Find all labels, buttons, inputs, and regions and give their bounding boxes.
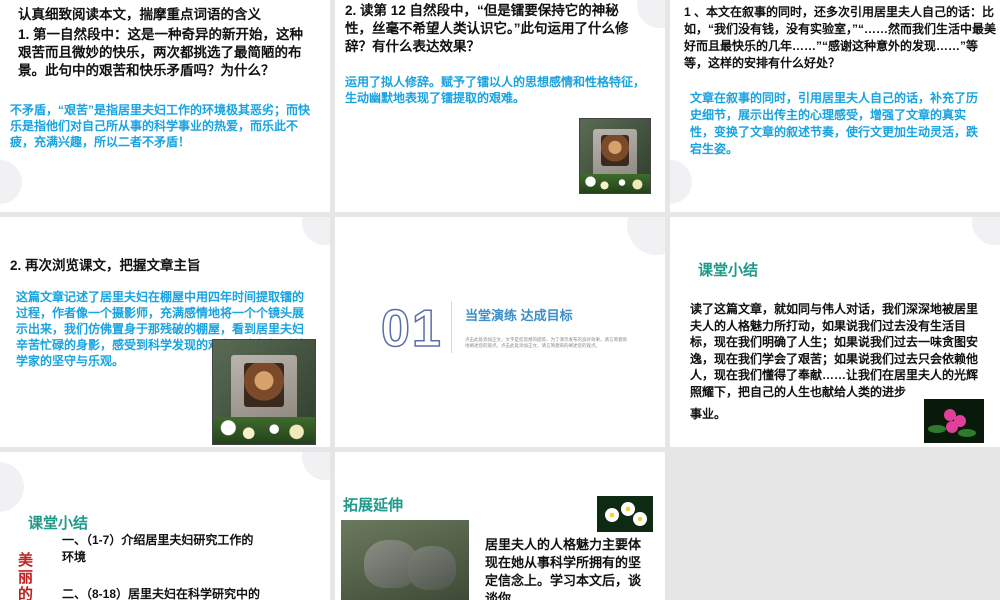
slide-3-thumbnail[interactable]: 1 、本文在叙事的同时，还多次引用居里夫人自己的话：比如，“我们没有钱，没有实验… (670, 0, 1000, 212)
slide-title: 课堂小结 (698, 262, 759, 279)
slide-question: 1 、本文在叙事的同时，还多次引用居里夫人自己的话：比如，“我们没有钱，没有实验… (684, 5, 997, 70)
slide-answer: 运用了拟人修辞。赋予了镭以人的思想感情和性格特征，生动幽默地表现了镭提取的艰难。 (345, 75, 646, 105)
portrait-shape (243, 362, 285, 407)
section-title: 当堂演练 达成目标 (465, 308, 573, 323)
slide-question: 2. 读第 12 自然段中，“但是镭要保持它的神秘性，丝毫不希望人类认识它。”此… (345, 3, 629, 54)
leaf-shape (928, 425, 946, 433)
decorative-circle (0, 462, 24, 512)
slide-answer: 文章在叙事的同时，引用居里夫人自己的话，补充了历史细节，展示出传主的心理感受，增… (690, 91, 979, 156)
slide-1-thumbnail[interactable]: 认真细致阅读本文，揣摩重点词语的含义 1. 第一自然段中：这是一种奇异的新开始，… (0, 0, 330, 212)
decorative-circle (302, 452, 330, 480)
statue-photo (341, 520, 469, 600)
flower-photo (924, 399, 984, 443)
slide-heading: 认真细致阅读本文，揣摩重点词语的含义 (18, 7, 261, 22)
placeholder-text: 点击此处添加正文，文字是您思想的提炼，为了演示发布的良好效果，请言简意赅地阐述您… (465, 337, 627, 348)
slide-body-end: 事业。 (690, 407, 727, 421)
slide-body: 居里夫人的人格魅力主要体现在她从事科学所拥有的坚定信念上。学习本文后，谈谈你 (485, 537, 642, 600)
flowers-shape (580, 173, 650, 193)
flowers-shape (213, 416, 315, 444)
slide-2-thumbnail[interactable]: 2. 读第 12 自然段中，“但是镭要保持它的神秘性，丝毫不希望人类认识它。”此… (335, 0, 665, 212)
slide-heading: 2. 再次浏览课文，把握文章主旨 (10, 258, 201, 273)
leaf-shape (958, 429, 976, 437)
slide-5-thumbnail[interactable]: 01 当堂演练 达成目标 点击此处添加正文，文字是您思想的提炼，为了演示发布的良… (335, 217, 665, 447)
slide-question: 1. 第一自然段中：这是一种奇异的新开始，这种艰苦而且微妙的快乐，两次都挑选了最… (18, 27, 304, 78)
decorative-circle (972, 217, 1000, 245)
slide-6-thumbnail[interactable]: 课堂小结 读了这篇文章，就如同与伟人对话，我们深深地被居里夫人的人格魅力所打动，… (670, 217, 1000, 447)
flower-shape (633, 512, 647, 526)
vertical-title: 美丽的 (18, 552, 34, 600)
decorative-circle (0, 160, 22, 204)
slide-title: 课堂小结 (28, 515, 89, 532)
white-flowers-photo (597, 496, 653, 532)
slide-8-thumbnail[interactable]: 拓展延伸 居里夫人的人格魅力主要体现在她从事科学所拥有的坚定信念上。学习本文后，… (335, 452, 665, 600)
decorative-circle (627, 217, 665, 255)
summary-item-2: 二、（8-18）居里夫妇在科学研究中的 (62, 587, 261, 600)
flower-shape (605, 508, 619, 522)
decorative-circle (670, 160, 692, 204)
slide-grid: 认真细致阅读本文，揣摩重点词语的含义 1. 第一自然段中：这是一种奇异的新开始，… (0, 0, 1000, 600)
slide-7-thumbnail[interactable]: 课堂小结 美丽的 一、（1-7）介绍居里夫妇研究工作的环境 二、（8-18）居里… (0, 452, 330, 600)
slide-4-thumbnail[interactable]: 2. 再次浏览课文，把握文章主旨 这篇文章记述了居里夫妇在棚屋中用四年时间提取镭… (0, 217, 330, 447)
slide-answer: 不矛盾，“艰苦”是指居里夫妇工作的环境极其恶劣；而快乐是指他们对自己所从事的科学… (10, 103, 311, 149)
petal-shape (946, 421, 958, 433)
summary-item-1: 一、（1-7）介绍居里夫妇研究工作的环境 (62, 533, 254, 564)
memorial-photo (579, 118, 651, 194)
slide-title: 拓展延伸 (343, 497, 404, 514)
portrait-shape (601, 135, 629, 167)
slide-body: 读了这篇文章，就如同与伟人对话，我们深深地被居里夫人的人格魅力所打动，如果说我们… (690, 302, 979, 399)
decorative-circle (302, 217, 330, 245)
section-number: 01 (380, 299, 443, 359)
empty-cell (670, 452, 1000, 600)
statue-head-shape (407, 545, 457, 590)
flower-shape (621, 502, 635, 516)
divider-line (451, 301, 452, 353)
memorial-photo (212, 339, 316, 445)
